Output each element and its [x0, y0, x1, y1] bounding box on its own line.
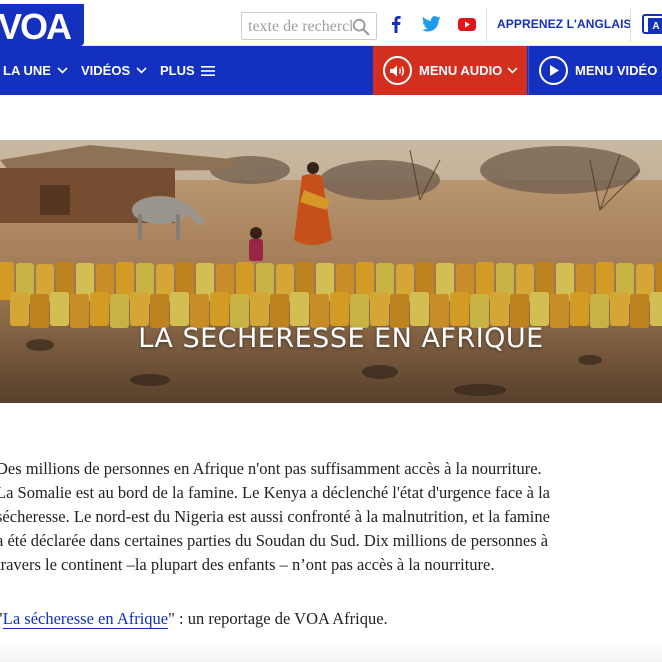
- facebook-icon[interactable]: [386, 14, 406, 34]
- learn-english-icon[interactable]: A: [642, 12, 662, 36]
- top-bar: VOA APPRENEZ L'ANGLAIS A: [0, 0, 662, 46]
- hamburger-icon: [200, 65, 215, 76]
- video-menu-label: MENU VIDÉO: [575, 63, 658, 78]
- article-body: Des millions de personnes en Afrique n'o…: [0, 457, 662, 577]
- audio-menu-label: MENU AUDIO: [419, 63, 503, 78]
- audio-menu-button[interactable]: MENU AUDIO: [373, 46, 527, 95]
- hero-title: LA SECHERESSE EN AFRIQUE: [138, 323, 544, 354]
- speaker-icon: [383, 56, 412, 85]
- article-line: travers le continent –la plupart des enf…: [0, 555, 495, 574]
- article-line: Des millions de personnes en Afrique n'o…: [0, 459, 542, 478]
- divider: [486, 8, 487, 42]
- nav-item-plus[interactable]: PLUS: [160, 63, 215, 78]
- voa-logo[interactable]: VOA: [0, 4, 84, 46]
- drought-photo: [0, 140, 662, 403]
- article-line: La Somalie est au bord de la famine. Le …: [0, 483, 550, 502]
- article-line: a été déclarée dans certaines parties du…: [0, 531, 549, 550]
- report-reference: "La sécheresse en Afrique" : un reportag…: [0, 609, 388, 629]
- main-nav: LA UNE VIDÉOS PLUS MENU AUDIO MENU VIDÉO: [0, 46, 662, 95]
- divider: [630, 8, 631, 42]
- svg-text:A: A: [652, 21, 659, 32]
- search-input[interactable]: [248, 16, 352, 38]
- hero-banner[interactable]: LA SECHERESSE EN AFRIQUE: [0, 140, 662, 403]
- learn-english-link[interactable]: APPRENEZ L'ANGLAIS: [497, 17, 632, 31]
- nav-item-la-une[interactable]: LA UNE: [3, 63, 68, 78]
- search-box[interactable]: [241, 12, 377, 40]
- report-link[interactable]: La sécheresse en Afrique: [2, 609, 169, 629]
- play-icon: [539, 56, 568, 85]
- youtube-icon[interactable]: [457, 14, 477, 34]
- video-menu-button[interactable]: MENU VIDÉO: [528, 46, 662, 95]
- chevron-down-icon: [507, 67, 518, 74]
- article-line: sécheresse. Le nord-est du Nigeria est a…: [0, 507, 550, 526]
- nav-item-videos[interactable]: VIDÉOS: [81, 63, 147, 78]
- chevron-down-icon: [136, 67, 147, 74]
- twitter-icon[interactable]: [421, 14, 441, 34]
- chevron-down-icon: [57, 67, 68, 74]
- page-bottom-fade: [0, 642, 662, 662]
- search-icon[interactable]: [352, 18, 370, 36]
